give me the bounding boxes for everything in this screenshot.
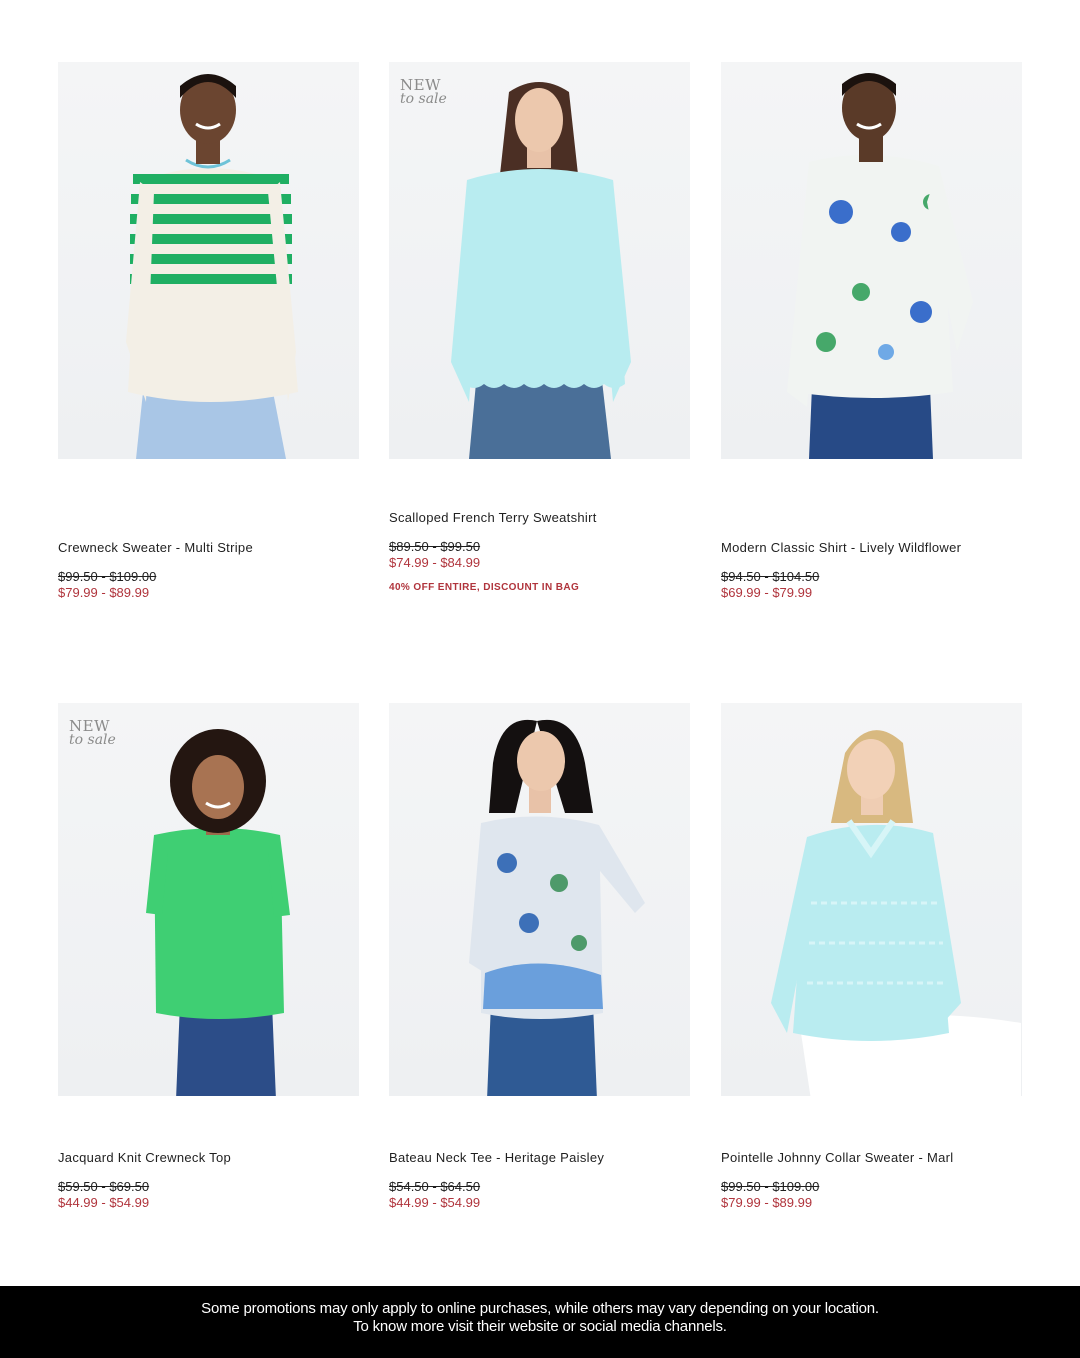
product-image[interactable]: NEW to sale	[389, 62, 690, 459]
sale-price: $79.99 - $89.99	[721, 1195, 813, 1210]
original-price: $89.50 - $99.50	[389, 539, 481, 554]
product-image[interactable]	[389, 703, 690, 1096]
promotions-disclaimer-banner: Some promotions may only apply to online…	[0, 1286, 1080, 1358]
original-price: $99.50 - $109.00	[58, 569, 157, 584]
sale-price: $74.99 - $84.99	[389, 555, 481, 570]
sale-price: $69.99 - $79.99	[721, 585, 813, 600]
product-photo-illustration	[787, 73, 973, 459]
disclaimer-line-1: Some promotions may only apply to online…	[201, 1300, 879, 1317]
sale-price: $79.99 - $89.99	[58, 585, 150, 600]
original-price: $54.50 - $64.50	[389, 1179, 481, 1194]
product-name[interactable]: Pointelle Johnny Collar Sweater - Marl	[721, 1150, 1022, 1166]
original-price: $99.50 - $109.00	[721, 1179, 820, 1194]
product-name[interactable]: Crewneck Sweater - Multi Stripe	[58, 540, 359, 556]
product-name[interactable]: Jacquard Knit Crewneck Top	[58, 1150, 359, 1166]
original-price: $94.50 - $104.50	[721, 569, 820, 584]
product-name[interactable]: Bateau Neck Tee - Heritage Paisley	[389, 1150, 690, 1166]
product-image[interactable]: NEW to sale	[58, 703, 359, 1096]
sale-price: $44.99 - $54.99	[389, 1195, 481, 1210]
product-image[interactable]	[721, 62, 1022, 459]
product-photo-illustration	[469, 719, 645, 1096]
new-to-sale-badge: NEW to sale	[69, 717, 116, 748]
new-to-sale-badge: NEW to sale	[400, 76, 447, 107]
product-photo-illustration	[146, 729, 290, 1096]
product-photo-illustration	[126, 74, 298, 459]
product-image[interactable]	[58, 62, 359, 459]
sale-price: $44.99 - $54.99	[58, 1195, 150, 1210]
promo-message: 40% OFF ENTIRE, DISCOUNT IN BAG	[389, 582, 580, 593]
product-image[interactable]	[721, 703, 1022, 1096]
disclaimer-line-2: To know more visit their website or soci…	[353, 1318, 727, 1335]
product-name[interactable]: Scalloped French Terry Sweatshirt	[389, 510, 690, 526]
original-price: $59.50 - $69.50	[58, 1179, 150, 1194]
product-photo-illustration	[771, 730, 1021, 1096]
product-photo-illustration	[451, 82, 631, 459]
product-name[interactable]: Modern Classic Shirt - Lively Wildflower	[721, 540, 1022, 556]
